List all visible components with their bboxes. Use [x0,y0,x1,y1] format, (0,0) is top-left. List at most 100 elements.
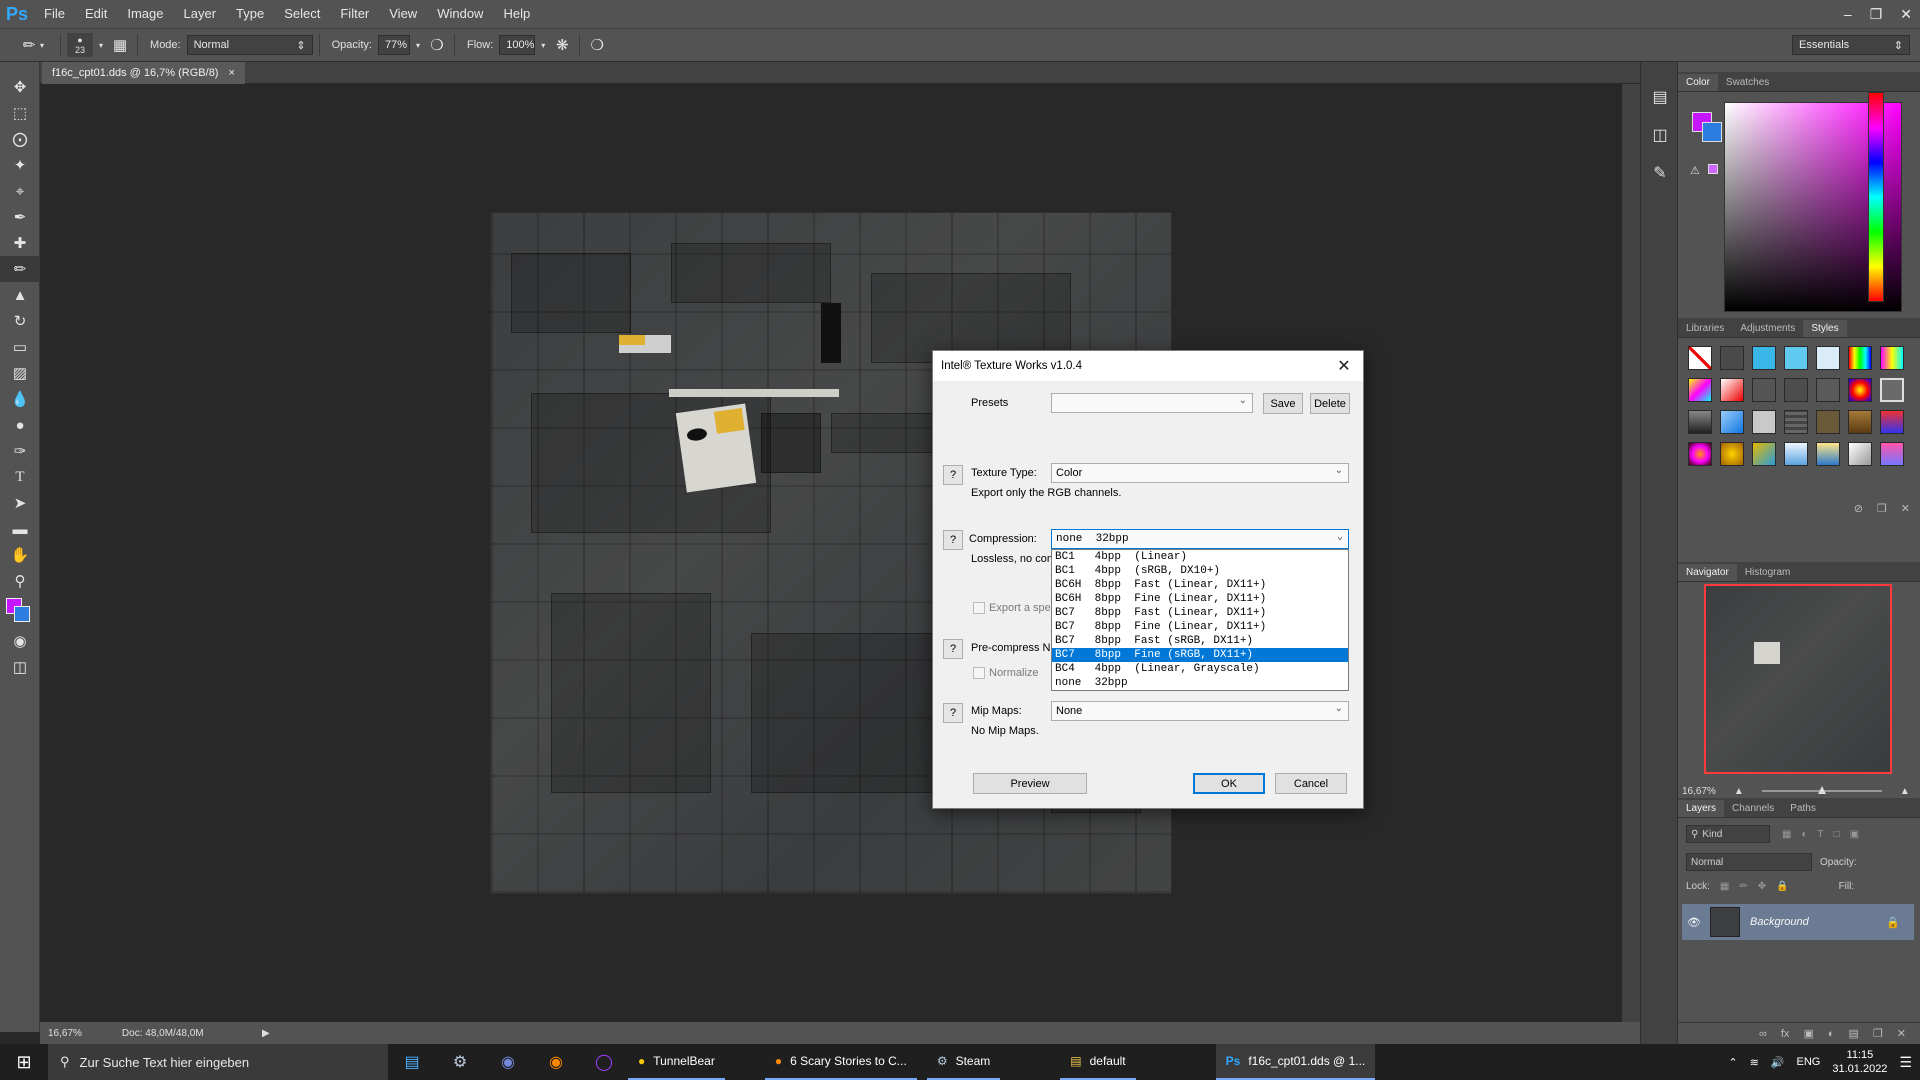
lock-icon[interactable]: 🔒 [1886,916,1900,929]
style-swatch[interactable] [1720,346,1744,370]
minimize-icon[interactable]: – [1844,6,1852,22]
menu-filter[interactable]: Filter [330,0,379,28]
properties-panel-icon[interactable]: ◫ [1641,116,1679,154]
compression-option[interactable]: BC1 4bpp (Linear) [1052,550,1348,564]
web-safe-color-swatch[interactable] [1708,164,1718,174]
compression-option[interactable]: BC7 8bpp Fast (sRGB, DX11+) [1052,634,1348,648]
file-explorer-icon[interactable]: ▤ [388,1044,436,1080]
taskbar-app-firefox[interactable]: ● 6 Scary Stories to C... [764,1044,917,1080]
magic-wand-tool-icon[interactable]: ✦ [0,152,40,178]
navigator-zoom-value[interactable]: 16,67% [1682,786,1716,797]
menu-help[interactable]: Help [493,0,540,28]
path-selection-tool-icon[interactable]: ➤ [0,490,40,516]
normalize-checkbox[interactable] [973,667,985,679]
compression-option[interactable]: BC7 8bpp Fine (sRGB, DX11+) [1052,648,1348,662]
opacity-input[interactable]: 77% [377,35,410,55]
menu-window[interactable]: Window [427,0,493,28]
style-swatch[interactable] [1784,410,1808,434]
tab-color[interactable]: Color [1678,74,1718,91]
navigator-thumbnail[interactable] [1704,584,1892,774]
style-swatch[interactable] [1816,442,1840,466]
close-tab-icon[interactable]: × [228,67,234,79]
precompress-help-button[interactable]: ? [943,639,963,659]
compression-option[interactable]: BC6H 8bpp Fine (Linear, DX11+) [1052,592,1348,606]
compression-option[interactable]: BC1 4bpp (sRGB, DX10+) [1052,564,1348,578]
normalize-checkbox-row[interactable]: Normalize [973,667,1039,679]
tab-navigator[interactable]: Navigator [1678,564,1737,581]
trash-icon[interactable]: ✕ [1897,1027,1906,1040]
zoom-level[interactable]: 16,67% [48,1028,82,1039]
mipmaps-help-button[interactable]: ? [943,703,963,723]
compression-option[interactable]: BC4 4bpp (Linear, Grayscale) [1052,662,1348,676]
workspace-dropdown[interactable]: Essentials ⇕ [1792,35,1910,55]
texture-type-help-button[interactable]: ? [943,465,963,485]
presets-dropdown[interactable]: ⌄ [1051,393,1253,413]
chevron-up-icon[interactable]: ⌃ [1728,1056,1737,1069]
zoom-out-icon[interactable]: ▲ [1734,786,1744,797]
style-swatch[interactable] [1880,346,1904,370]
brush-tool-icon[interactable]: ✏ [18,34,40,56]
screen-mode-icon[interactable]: ◫ [0,654,40,680]
notifications-icon[interactable]: ☰ [1899,1054,1912,1071]
layer-name[interactable]: Background [1750,916,1809,928]
adjustment-layer-icon[interactable]: ◐ [1828,1028,1835,1040]
layer-kind-dropdown[interactable]: ⚲ Kind [1686,825,1770,843]
style-swatch[interactable] [1752,442,1776,466]
lock-icons[interactable]: ▦✏✥🔒 [1720,881,1799,892]
compression-option[interactable]: BC7 8bpp Fine (Linear, DX11+) [1052,620,1348,634]
clock[interactable]: 11:15 31.01.2022 [1832,1048,1887,1076]
rectangle-tool-icon[interactable]: ▬ [0,516,40,542]
mipmaps-dropdown[interactable]: None ⌄ [1051,701,1349,721]
style-swatch[interactable] [1880,410,1904,434]
style-swatch[interactable] [1720,378,1744,402]
style-swatch[interactable] [1688,378,1712,402]
style-swatch[interactable] [1688,346,1712,370]
save-button[interactable]: Save [1263,393,1303,414]
menu-edit[interactable]: Edit [75,0,117,28]
menu-select[interactable]: Select [274,0,330,28]
airbrush-icon[interactable]: ❋ [551,34,573,56]
compression-dropdown[interactable]: none 32bpp ⌄ [1051,529,1349,549]
eye-icon[interactable]: 👁 [1682,916,1706,929]
compression-option[interactable]: none 32bpp [1052,676,1348,690]
style-swatch[interactable] [1848,346,1872,370]
tab-swatches[interactable]: Swatches [1718,74,1777,91]
preview-button[interactable]: Preview [973,773,1087,794]
vertical-scrollbar[interactable] [1622,84,1640,1022]
chevron-down-icon[interactable]: ▾ [40,41,44,50]
chevron-down-icon[interactable]: ▾ [416,41,420,50]
type-tool-icon[interactable]: T [0,464,40,490]
taskbar-app-explorer[interactable]: ▤ default [1060,1044,1136,1080]
background-color-swatch[interactable] [1702,122,1722,142]
mask-icon[interactable]: ▣ [1803,1027,1813,1040]
menu-file[interactable]: File [34,0,75,28]
hue-slider[interactable] [1868,92,1884,302]
menu-image[interactable]: Image [117,0,173,28]
style-swatch[interactable] [1848,442,1872,466]
history-brush-tool-icon[interactable]: ↻ [0,308,40,334]
healing-brush-tool-icon[interactable]: ✚ [0,230,40,256]
crop-tool-icon[interactable]: ⌖ [0,178,40,204]
style-swatch[interactable] [1880,378,1904,402]
style-swatch[interactable] [1848,410,1872,434]
style-swatch[interactable] [1752,346,1776,370]
new-style-icon[interactable]: ❐ [1877,502,1887,515]
link-icon[interactable]: ∞ [1759,1028,1767,1040]
tab-channels[interactable]: Channels [1724,800,1782,817]
paint-bucket-tool-icon[interactable]: ▨ [0,360,40,386]
eraser-tool-icon[interactable]: ▭ [0,334,40,360]
tab-libraries[interactable]: Libraries [1678,320,1732,337]
menu-view[interactable]: View [379,0,427,28]
document-tab[interactable]: f16c_cpt01.dds @ 16,7% (RGB/8) × [42,62,245,84]
zoom-slider[interactable] [1761,786,1882,794]
tab-histogram[interactable]: Histogram [1737,564,1799,581]
taskbar-app-tunnelbear[interactable]: ● TunnelBear [628,1044,725,1080]
trash-icon[interactable]: ✕ [1901,502,1910,515]
style-swatch[interactable] [1784,378,1808,402]
compression-option[interactable]: BC7 8bpp Fast (Linear, DX11+) [1052,606,1348,620]
volume-icon[interactable]: 🔊 [1771,1056,1785,1069]
restore-icon[interactable]: ❐ [1870,6,1883,23]
windows-start-icon[interactable]: ⊞ [0,1044,48,1080]
adjustments-panel-icon[interactable]: ✎ [1641,154,1679,192]
blend-mode-dropdown[interactable]: Normal [1686,853,1812,871]
